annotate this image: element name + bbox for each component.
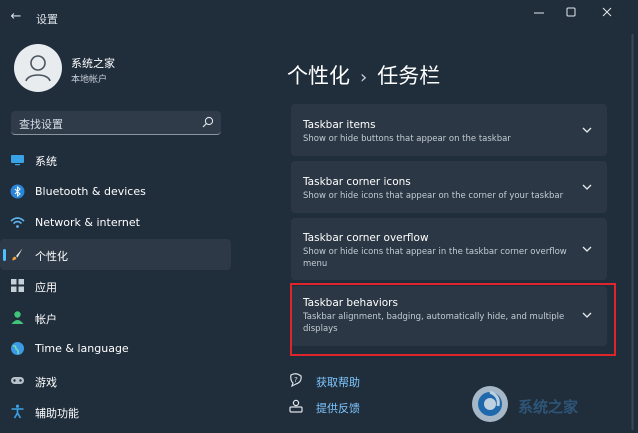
profile-account-type: 本地帐户 [71,75,108,85]
system-icon [11,155,24,166]
card-description: Show or hide icons that appear in the ta… [303,247,567,269]
chevron-down-icon[interactable] [581,124,593,136]
person-icon [25,55,51,82]
breadcrumb-parent[interactable]: 个性化 [287,64,350,88]
sidebar-item-label: 个性化 [35,249,68,263]
card-taskbar-items[interactable]: Taskbar items Show or hide buttons that … [291,104,607,156]
sidebar-item-label: 游戏 [35,375,57,389]
back-button[interactable]: ← [6,7,26,27]
wifi-icon [10,217,25,228]
app-title: 设置 [36,13,58,26]
sidebar-item-label: Network & internet [35,216,140,229]
minimize-button[interactable] [524,4,554,22]
feedback-icon [289,399,303,413]
highlight-annotation-box [290,283,616,356]
close-icon [602,7,612,17]
globe-icon [11,342,24,355]
breadcrumb-current: 任务栏 [377,64,441,88]
card-title: Taskbar corner overflow [303,232,429,244]
sidebar-item-gaming[interactable]: 游戏 [0,365,231,397]
search-placeholder: 查找设置 [19,118,63,131]
sidebar-item-label: 应用 [35,281,57,294]
sidebar-item-label: Time & language [35,342,129,355]
title-bar: ← 设置 [0,0,638,34]
chevron-down-icon[interactable] [581,243,593,255]
sidebar-item-time-language[interactable]: Time & language [0,333,231,365]
sidebar-item-bluetooth[interactable]: Bluetooth & devices [0,176,231,208]
sidebar-item-label: 帐户 [35,312,57,326]
card-description: Show or hide icons that appear on the co… [303,191,564,201]
close-button[interactable] [592,4,622,22]
back-arrow-icon: ← [10,9,22,24]
card-taskbar-corner-overflow[interactable]: Taskbar corner overflow Show or hide ico… [291,218,607,280]
sidebar-item-label: 系统 [35,155,57,168]
search-icon[interactable] [201,115,215,129]
help-icon: ? [290,373,302,388]
profile-name: 系统之家 [71,57,115,70]
give-feedback-label: 提供反馈 [316,402,360,415]
breadcrumb-separator: › [360,67,368,88]
account-icon [11,310,24,324]
sidebar-item-apps[interactable]: 应用 [0,270,231,302]
maximize-button[interactable] [556,4,586,22]
sidebar-item-personalization[interactable]: 个性化 [0,238,231,270]
card-title: Taskbar items [303,119,376,131]
gamepad-icon [11,376,24,384]
sidebar-item-system[interactable]: 系统 [0,144,231,176]
sidebar-item-network[interactable]: Network & internet [0,207,231,239]
svg-text:?: ? [294,376,298,384]
sidebar-item-accounts[interactable]: 帐户 [0,302,231,334]
accessibility-icon [11,404,24,419]
card-taskbar-corner-icons[interactable]: Taskbar corner icons Show or hide icons … [291,161,607,213]
bluetooth-icon [10,184,25,198]
brush-icon [12,248,23,260]
card-description: Show or hide buttons that appear on the … [303,134,511,144]
sidebar-item-accessibility[interactable]: 辅助功能 [0,396,231,428]
watermark-text: 系统之家 [518,398,579,416]
chevron-down-icon[interactable] [581,181,593,193]
sidebar-item-label: Bluetooth & devices [35,184,146,198]
sidebar-nav: 系统 Bluetooth & devices Network & interne… [0,144,232,428]
maximize-icon [566,7,576,17]
sidebar-item-label: 辅助功能 [35,407,79,420]
search-input[interactable]: 查找设置 [11,111,221,135]
avatar [14,44,62,92]
get-help-label: 获取帮助 [316,376,360,389]
apps-icon [11,279,24,292]
page-title: 个性化 › 任务栏 [287,60,440,90]
card-title: Taskbar corner icons [303,176,411,188]
scrollbar[interactable] [631,34,634,430]
watermark-logo [472,386,508,422]
minimize-icon [534,12,544,14]
